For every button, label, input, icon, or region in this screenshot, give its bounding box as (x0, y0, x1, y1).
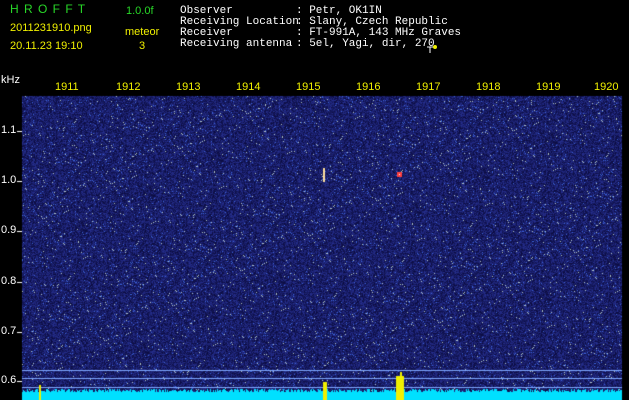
y-axis-unit: kHz (1, 74, 20, 86)
x-tick-label: 1919 (536, 81, 561, 93)
antenna-icon (427, 40, 437, 53)
y-tick-label: 1.1 (1, 124, 17, 136)
x-tick-label: 1912 (116, 81, 141, 93)
x-tick-label: 1914 (236, 81, 261, 93)
y-tick-label: 0.9 (1, 224, 17, 236)
spectrogram-canvas (0, 0, 629, 400)
x-tick-label: 1911 (55, 81, 79, 93)
x-tick-label: 1913 (176, 81, 201, 93)
value-antenna: : 5el, Yagi, dir, 270 (296, 38, 435, 50)
x-tick-label: 1915 (296, 81, 321, 93)
y-tick-label: 1.0 (1, 174, 17, 186)
program-name: H R O F F T (10, 2, 87, 16)
x-tick-label: 1918 (476, 81, 501, 93)
y-tick-label: 0.8 (1, 275, 17, 287)
file-name: 2011231910.png (10, 22, 92, 34)
program-version: 1.0.0f (126, 5, 154, 17)
mode-label: meteor (125, 26, 160, 38)
x-tick-label: 1917 (416, 81, 441, 93)
x-tick-label: 1916 (356, 81, 381, 93)
y-tick-label: 0.6 (1, 374, 17, 386)
meteor-count: 3 (139, 40, 146, 52)
label-antenna: Receiving antenna (180, 38, 293, 50)
x-tick-label: 1920 (594, 81, 619, 93)
capture-datetime: 20.11.23 19:10 (10, 40, 83, 52)
y-tick-label: 0.7 (1, 325, 17, 337)
